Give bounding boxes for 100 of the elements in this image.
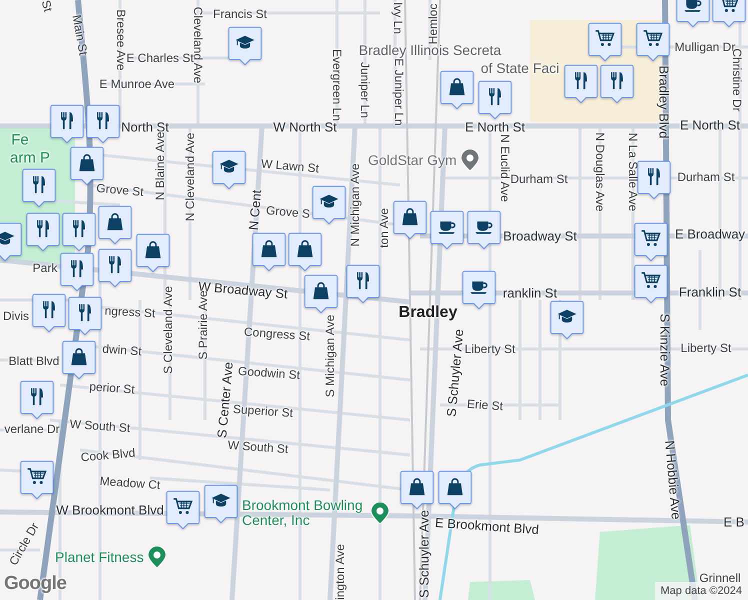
street-label: Ivy Ln — [392, 2, 404, 34]
shopping-bag-icon — [79, 154, 95, 172]
street-label: Liberty St — [680, 342, 732, 354]
building-label: of State Faci — [480, 61, 560, 75]
street-label: Durham St — [677, 171, 735, 183]
street-label: Divis — [3, 310, 29, 322]
street-label: E Juniper Ln — [393, 58, 405, 126]
shopping-bag-icon — [107, 213, 123, 230]
street-label: E B — [724, 516, 744, 528]
street-label: Cook Blvd — [80, 446, 136, 464]
street-label: Blatt Blvd — [8, 355, 60, 367]
fork-knife-icon — [357, 272, 369, 290]
fork-knife-icon — [489, 88, 501, 106]
street-label: S Cleveland Ave — [162, 286, 174, 374]
street-label: S Schuyler Ave — [418, 510, 430, 598]
shopping-cart-icon — [644, 30, 663, 46]
street-label: Durham St — [510, 173, 568, 185]
fork-knife-icon — [79, 304, 91, 322]
fork-knife-icon — [73, 220, 85, 238]
location-pin-icon[interactable] — [148, 546, 166, 568]
street-label: E Charles St — [126, 52, 194, 64]
fork-knife-icon — [611, 72, 623, 90]
city-label: Bradley — [398, 305, 458, 321]
shopping-bag-icon — [297, 240, 313, 258]
shopping-bag-icon — [71, 348, 87, 366]
graduation-cap-icon — [320, 194, 338, 208]
street-label: Francis St — [213, 8, 267, 20]
street-label: S Michigan Ave — [324, 314, 336, 398]
shopping-cart-icon — [642, 230, 661, 246]
street-label: E Brookmont Blvd — [434, 516, 540, 536]
shopping-bag-icon — [409, 478, 425, 496]
street-label: Bresee Ave — [115, 9, 127, 71]
shopping-bag-icon — [449, 78, 465, 96]
street-label: N La Salle Ave — [627, 132, 639, 212]
place-label[interactable]: Planet Fitness — [55, 550, 144, 564]
street-label: St — [40, 0, 54, 14]
fork-knife-icon — [575, 72, 587, 90]
fork-knife-icon — [31, 388, 43, 406]
street-label: N Euclid Ave — [499, 134, 511, 202]
street-label: Franklin St — [678, 286, 742, 298]
fork-knife-icon — [61, 112, 73, 130]
street-label: W South St — [69, 418, 131, 434]
street-label: E North St — [465, 120, 525, 134]
fork-knife-icon — [71, 260, 83, 278]
fork-knife-icon — [109, 256, 121, 274]
graduation-cap-icon — [212, 494, 230, 507]
location-pin-icon[interactable] — [371, 502, 389, 524]
fork-knife-icon — [648, 168, 660, 186]
street-label: Park — [32, 262, 58, 274]
fork-knife-icon — [43, 301, 55, 318]
street-label: ton Ave — [378, 208, 390, 248]
street-label: dwin St — [102, 342, 142, 358]
street-label: S Schuyler Ave — [444, 328, 466, 418]
graduation-cap-icon — [0, 232, 14, 245]
shopping-bag-icon — [261, 240, 277, 258]
street-label: Main St — [70, 14, 90, 56]
street-label: E Munroe Ave — [99, 78, 175, 90]
shopping-cart-icon — [642, 272, 661, 288]
street-label: N Michigan Ave — [349, 163, 361, 247]
street-label: N Hobbie Ave — [663, 440, 683, 520]
street-label: Erie St — [466, 398, 504, 412]
shopping-cart-icon — [174, 498, 193, 514]
place-label[interactable]: GoldStar Gym — [368, 152, 457, 168]
street-label: ington Ave — [334, 544, 346, 600]
place-label[interactable]: Brookmont Bowling Center, Inc — [242, 498, 367, 528]
shopping-bag-icon — [402, 208, 418, 226]
building-label: Bradley Illinois Secreta — [358, 43, 502, 57]
street-label: Grinnell — [699, 572, 741, 584]
street-label: Superior St — [232, 402, 294, 420]
street-label: verlane Dr — [4, 423, 60, 435]
street-label: W Lawn St — [260, 158, 320, 174]
street-label: Broadway St — [503, 230, 577, 242]
coffee-cup-icon — [684, 0, 702, 12]
coffee-cup-icon — [438, 222, 456, 234]
street-label: Liberty St — [464, 343, 516, 355]
park-label: arm P — [10, 150, 50, 166]
street-label: N Blaine Ave — [154, 132, 166, 200]
coffee-cup-icon — [476, 222, 492, 234]
shopping-bag-icon — [447, 478, 463, 496]
street-label: N Cent — [246, 189, 264, 231]
street-label: perior St — [88, 380, 136, 396]
street-label: North St — [121, 120, 169, 134]
street-label: W South St — [227, 438, 289, 456]
street-label: ngress St — [104, 304, 156, 320]
street-label: W Brookmont Blvd — [56, 504, 164, 516]
fork-knife-icon — [33, 176, 45, 194]
street-label: S Kinzie Ave — [658, 314, 672, 386]
shopping-bag-icon — [145, 241, 161, 258]
street-label: E North St — [680, 118, 740, 132]
street-label: ranklin St — [502, 286, 558, 300]
shopping-cart-icon — [596, 30, 615, 46]
graduation-cap-icon — [236, 36, 254, 49]
graduation-cap-icon — [558, 310, 576, 323]
shopping-cart-icon — [28, 468, 47, 484]
street-label: Juniper Ln — [359, 62, 371, 118]
shopping-bag-icon — [313, 282, 329, 300]
street-label: W North St — [273, 120, 337, 134]
location-pin-icon[interactable] — [460, 149, 479, 171]
fork-knife-icon — [97, 112, 109, 130]
street-label: Grove S — [266, 204, 310, 220]
